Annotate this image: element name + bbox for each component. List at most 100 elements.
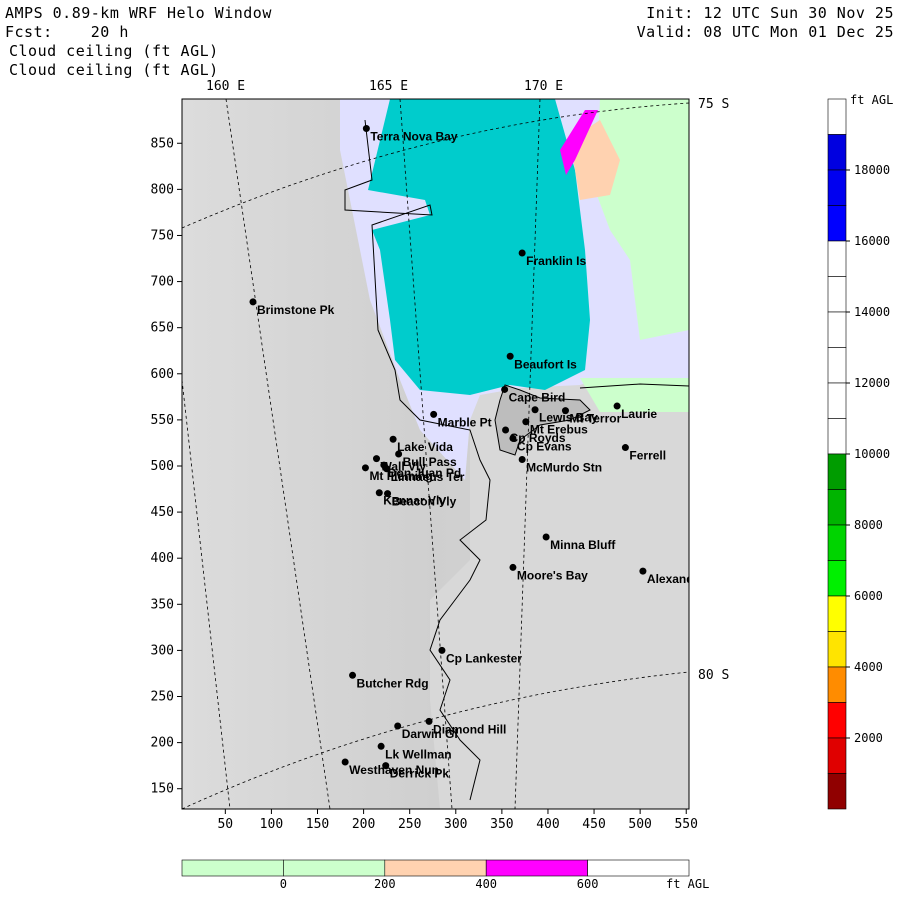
place-marker	[621, 444, 629, 452]
x-tick-label: 400	[536, 817, 559, 832]
colorbar-bottom: 0 200 400 600	[181, 859, 690, 891]
x-tick-label: 550	[674, 817, 697, 832]
colorbar-right-swatch	[827, 737, 847, 774]
place-label: Alexander	[647, 572, 705, 586]
place-marker	[382, 762, 390, 770]
y-tick-label: 800	[151, 182, 174, 197]
place-marker	[613, 402, 621, 410]
place-label: Cp Lankester	[446, 651, 522, 665]
colorbar-right-unit: ft AGL	[850, 93, 893, 107]
y-tick-label: 450	[151, 505, 174, 520]
place-marker	[394, 722, 402, 730]
place-marker	[377, 742, 385, 750]
colorbar-bottom-unit: ft AGL	[666, 877, 709, 891]
place-marker	[509, 434, 517, 442]
colorbar-right-swatch	[827, 489, 847, 526]
colorbar-right-label: 16000	[854, 234, 890, 248]
place-label: Lake Vida	[397, 440, 453, 454]
place-label: Franklin Is	[526, 254, 586, 268]
x-tick-label: 450	[582, 817, 605, 832]
colorbar-bottom-label: 600	[577, 877, 599, 891]
colorbar-bottom-swatch	[587, 859, 690, 877]
place-marker	[501, 385, 509, 393]
place-marker	[384, 490, 392, 498]
y-tick-label: 750	[151, 228, 174, 243]
place-label: Cape Bird	[509, 390, 566, 404]
place-marker	[542, 533, 550, 541]
y-tick-label: 300	[151, 643, 174, 658]
place-marker	[531, 406, 539, 414]
colorbar-right-swatch	[827, 205, 847, 242]
lon-label-165e: 165 E	[369, 79, 408, 94]
colorbar-right-swatch	[827, 418, 847, 455]
place-label: Cp Evans	[517, 439, 572, 453]
place-marker	[509, 563, 517, 571]
place-marker	[430, 410, 438, 418]
colorbar-right-swatch	[827, 311, 847, 348]
colorbar-bottom-swatch	[181, 859, 284, 877]
colorbar-right-swatch	[827, 560, 847, 597]
y-tick-label: 250	[151, 690, 174, 705]
colorbar-right-label: 18000	[854, 163, 890, 177]
x-tick-label: 500	[628, 817, 651, 832]
place-label: Beacon Vly	[392, 495, 457, 509]
colorbar-right-swatch	[827, 631, 847, 668]
colorbar-right-label: 8000	[854, 518, 883, 532]
colorbar-bottom-swatch	[485, 859, 588, 877]
colorbar-right-label: 10000	[854, 447, 890, 461]
place-label: Brimstone Pk	[257, 303, 335, 317]
colorbar-right-swatch	[827, 276, 847, 313]
colorbar-right-swatch	[827, 169, 847, 206]
y-tick-label: 650	[151, 321, 174, 336]
colorbar-right-swatch	[827, 134, 847, 171]
place-marker	[506, 352, 514, 360]
place-marker	[373, 455, 381, 463]
place-label: McMurdo Stn	[526, 461, 602, 475]
colorbar-right-swatch	[827, 240, 847, 277]
map-plot: Terra Nova Bay Franklin Is Brimstone Pk Bea…	[182, 99, 705, 809]
colorbar-right-label: 12000	[854, 376, 890, 390]
x-tick-label: 350	[490, 817, 513, 832]
colorbar-right-swatch	[827, 595, 847, 632]
x-axis: 50 100 150 200 250 300 350 400 450 500 550	[217, 809, 698, 832]
colorbar-bottom-swatch	[384, 859, 487, 877]
place-marker	[389, 435, 397, 443]
x-tick-label: 150	[306, 817, 329, 832]
place-label: Marble Pt	[438, 415, 492, 429]
place-label: Derrick Pk	[390, 767, 450, 781]
place-label: Linnaeus Ter	[391, 470, 465, 484]
place-label: Lk Wellman	[385, 747, 451, 761]
place-marker	[249, 298, 257, 306]
place-label: Butcher Rdg	[357, 676, 429, 690]
lon-label-170e: 170 E	[524, 79, 563, 94]
colorbar-bottom-label: 200	[374, 877, 396, 891]
place-marker	[349, 671, 357, 679]
place-marker	[341, 758, 349, 766]
place-marker	[395, 450, 403, 458]
y-tick-label: 550	[151, 413, 174, 428]
y-tick-label: 400	[151, 551, 174, 566]
lon-labels: 160 E 165 E 170 E	[206, 79, 563, 94]
colorbar-right-label: 14000	[854, 305, 890, 319]
colorbar-right-label: 2000	[854, 731, 883, 745]
x-tick-label: 200	[352, 817, 375, 832]
place-label: Darwin Gl	[402, 727, 458, 741]
colorbar-right-swatch	[827, 524, 847, 561]
colorbar-right: 18000 16000 14000 12000 10000 8000 6000 4000 200…	[827, 98, 890, 810]
x-tick-label: 300	[444, 817, 467, 832]
lat-label-80s: 80 S	[698, 668, 729, 683]
place-marker	[518, 249, 526, 257]
y-tick-label: 350	[151, 597, 174, 612]
colorbar-right-swatch	[827, 453, 847, 490]
place-marker	[438, 646, 446, 654]
place-label: Ferrell	[629, 449, 666, 463]
x-tick-label: 100	[260, 817, 283, 832]
place-marker	[383, 465, 391, 473]
place-label: Laurie	[621, 407, 657, 421]
map-figure: Terra Nova Bay Franklin Is Brimstone Pk Bea…	[151, 79, 894, 891]
colorbar-bottom-label: 400	[475, 877, 497, 891]
place-label: Beaufort Is	[514, 357, 577, 371]
place-marker	[502, 426, 510, 434]
colorbar-right-swatch	[827, 382, 847, 419]
colorbar-right-label: 6000	[854, 589, 883, 603]
